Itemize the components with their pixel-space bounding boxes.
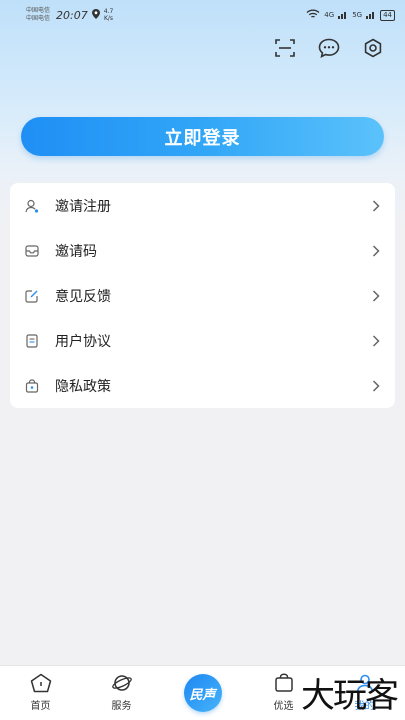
tab-label-service: 服务 — [111, 701, 132, 712]
tab-minsheng[interactable]: 民声 — [162, 666, 243, 720]
shield-icon — [25, 378, 39, 393]
menu-item-invite-register[interactable]: 邀请注册 — [10, 183, 395, 228]
tab-label-mine: 我的 — [354, 701, 375, 712]
carrier-info: 中国电信 中国电信 — [26, 7, 50, 23]
signal-icon-2 — [366, 10, 376, 21]
planet-icon — [110, 671, 134, 695]
tab-home[interactable]: 首页 — [0, 666, 81, 720]
scan-icon[interactable] — [273, 36, 297, 60]
chevron-right-icon — [371, 334, 381, 348]
menu-label: 用户协议 — [55, 333, 111, 350]
network-type-1: 4G — [324, 11, 335, 19]
tab-preferred[interactable]: 优选 — [243, 666, 324, 720]
message-icon[interactable] — [317, 36, 341, 60]
menu-item-user-agreement[interactable]: 用户协议 — [10, 318, 395, 363]
chevron-right-icon — [371, 199, 381, 213]
carrier-1: 中国电信 — [26, 7, 51, 14]
clock: 20:07 — [56, 8, 88, 22]
tab-label-preferred: 优选 — [273, 701, 294, 712]
menu-label: 邀请注册 — [55, 198, 111, 215]
menu-item-invite-code[interactable]: 邀请码 — [10, 228, 395, 273]
menu-label: 意见反馈 — [55, 288, 111, 305]
edit-icon — [25, 289, 39, 303]
bottom-tab-bar: 首页 服务 民声 优选 我的 — [0, 665, 405, 720]
status-bar: 中国电信 中国电信 20:07 4.7 K/s 4G 5G 44 — [0, 0, 405, 30]
login-button[interactable]: 立即登录 — [21, 117, 384, 156]
document-icon — [25, 333, 39, 348]
user-add-icon — [25, 199, 39, 213]
user-icon — [353, 671, 377, 695]
chevron-right-icon — [371, 289, 381, 303]
header-actions — [273, 36, 385, 60]
carrier-2: 中国电信 — [26, 15, 51, 22]
bag-icon — [272, 671, 296, 695]
menu-card: 邀请注册 邀请码 意见反馈 用户协议 隐私政策 — [10, 183, 395, 408]
tab-label-home: 首页 — [30, 701, 51, 712]
battery-indicator: 44 — [380, 9, 395, 21]
settings-icon[interactable] — [361, 36, 385, 60]
network-speed: 4.7 K/s — [104, 8, 114, 22]
menu-label: 隐私政策 — [55, 378, 111, 395]
wifi-icon — [306, 9, 320, 21]
location-icon — [91, 8, 100, 22]
menu-label: 邀请码 — [55, 243, 97, 260]
speed-value: 4.7 — [103, 8, 114, 15]
menu-item-feedback[interactable]: 意见反馈 — [10, 273, 395, 318]
signal-icon-1 — [338, 10, 348, 21]
speed-unit: K/s — [103, 15, 114, 22]
tab-mine[interactable]: 我的 — [324, 666, 405, 720]
network-type-2: 5G — [352, 11, 363, 19]
chevron-right-icon — [371, 244, 381, 258]
home-icon — [29, 671, 53, 695]
tab-service[interactable]: 服务 — [81, 666, 162, 720]
menu-item-privacy-policy[interactable]: 隐私政策 — [10, 363, 395, 408]
inbox-icon — [25, 244, 39, 258]
status-indicators: 4G 5G 44 — [306, 9, 395, 21]
chevron-right-icon — [371, 379, 381, 393]
minsheng-logo: 民声 — [183, 674, 222, 712]
